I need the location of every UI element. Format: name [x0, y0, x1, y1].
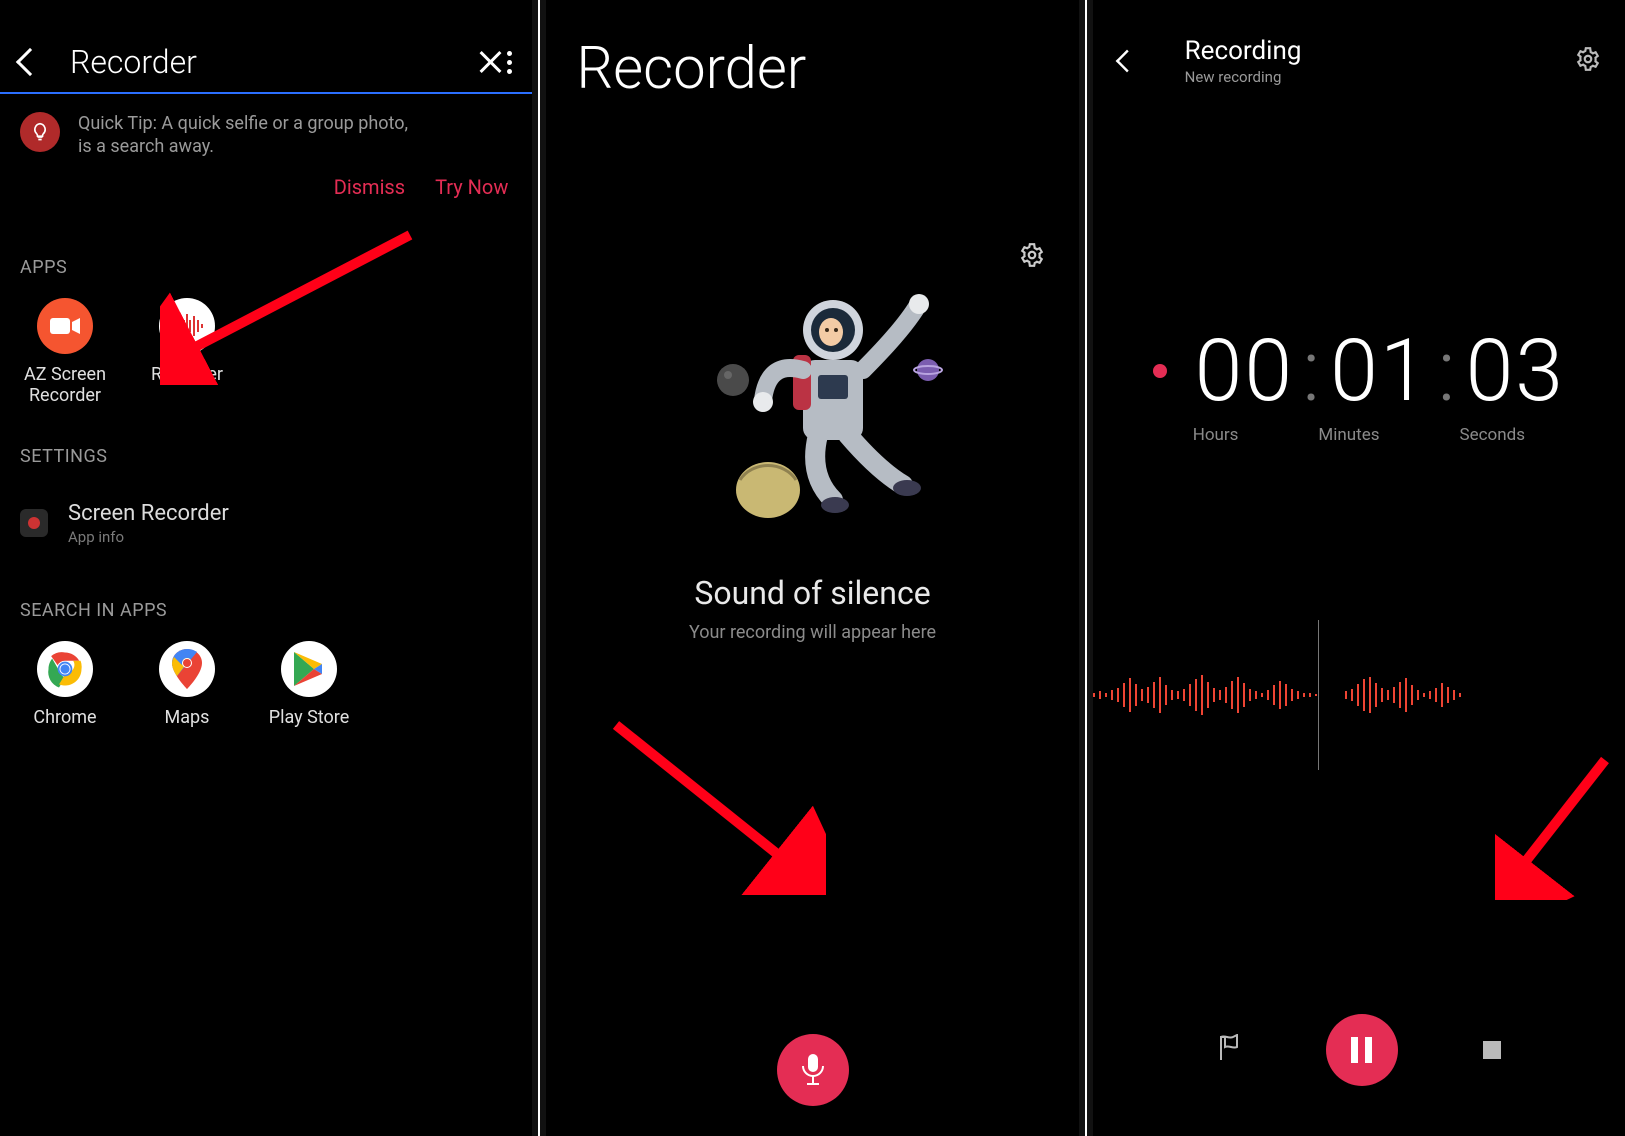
page-title: Recording	[1185, 36, 1302, 66]
page-subtitle: New recording	[1185, 68, 1302, 86]
timer-seconds: 03	[1466, 320, 1565, 421]
settings-item-screen-recorder[interactable]: Screen Recorder App info	[0, 487, 532, 560]
recording-indicator-icon	[1153, 364, 1167, 378]
section-settings-label: SETTINGS	[0, 406, 532, 487]
search-bar	[0, 0, 532, 94]
empty-title: Sound of silence	[694, 574, 930, 612]
back-icon[interactable]	[1115, 50, 1138, 73]
tip-text: Quick Tip: A quick selfie or a group pho…	[78, 112, 418, 159]
recording-timer: 00: 01: 03 Hours Minutes Seconds	[1093, 320, 1625, 445]
settings-icon[interactable]	[1019, 242, 1045, 272]
pause-icon	[1351, 1037, 1358, 1063]
app-label: Chrome	[33, 707, 96, 728]
hours-label: Hours	[1193, 425, 1239, 445]
screen-recorder-setting-icon	[20, 509, 48, 537]
audio-waveform	[1093, 650, 1625, 740]
settings-item-sub: App info	[68, 528, 229, 546]
quick-tip: Quick Tip: A quick selfie or a group pho…	[0, 94, 532, 165]
app-label: Maps	[165, 707, 210, 728]
settings-item-title: Screen Recorder	[68, 501, 229, 526]
app-label: Play Store	[269, 707, 350, 728]
az-screen-recorder-icon	[37, 298, 93, 354]
maps-icon	[159, 641, 215, 697]
chrome-icon	[37, 641, 93, 697]
clear-icon[interactable]	[477, 48, 479, 76]
astronaut-illustration-icon	[663, 290, 963, 550]
empty-state: Sound of silence Your recording will app…	[546, 290, 1078, 647]
screen-recorder-empty: Recorder	[546, 0, 1078, 1136]
app-maps[interactable]: Maps	[142, 641, 232, 728]
play-store-icon	[281, 641, 337, 697]
recorder-icon	[159, 298, 215, 354]
seconds-label: Seconds	[1460, 425, 1525, 445]
annotation-arrow-icon	[1495, 750, 1615, 900]
app-label: Recorder	[151, 364, 223, 385]
minutes-label: Minutes	[1318, 425, 1379, 445]
record-button[interactable]	[777, 1034, 849, 1106]
screen-search: Quick Tip: A quick selfie or a group pho…	[0, 0, 532, 1136]
overflow-menu-icon[interactable]	[507, 51, 512, 74]
pause-button[interactable]	[1326, 1014, 1398, 1086]
stop-button[interactable]	[1483, 1041, 1501, 1059]
app-az-screen-recorder[interactable]: AZ Screen Recorder	[20, 298, 110, 406]
empty-subtitle: Your recording will appear here	[689, 622, 936, 643]
app-chrome[interactable]: Chrome	[20, 641, 110, 728]
app-recorder[interactable]: Recorder	[142, 298, 232, 406]
try-now-button[interactable]: Try Now	[435, 175, 508, 199]
annotation-arrow-icon	[606, 715, 826, 895]
section-apps-label: APPS	[0, 217, 532, 298]
page-title: Recorder	[546, 0, 1078, 103]
dismiss-button[interactable]: Dismiss	[334, 175, 405, 199]
lightbulb-icon	[20, 112, 60, 152]
timer-hours: 00	[1195, 320, 1294, 421]
timer-minutes: 01	[1330, 320, 1429, 421]
app-play-store[interactable]: Play Store	[264, 641, 354, 728]
back-icon[interactable]	[16, 48, 44, 76]
settings-icon[interactable]	[1575, 46, 1601, 76]
search-input[interactable]	[68, 42, 477, 82]
app-label: AZ Screen Recorder	[20, 364, 110, 406]
flag-button[interactable]	[1217, 1034, 1241, 1066]
microphone-icon	[800, 1054, 826, 1086]
section-search-in-apps-label: SEARCH IN APPS	[0, 560, 532, 641]
screen-recording-active: Recording New recording 00: 01: 03 Hours…	[1093, 0, 1625, 1136]
